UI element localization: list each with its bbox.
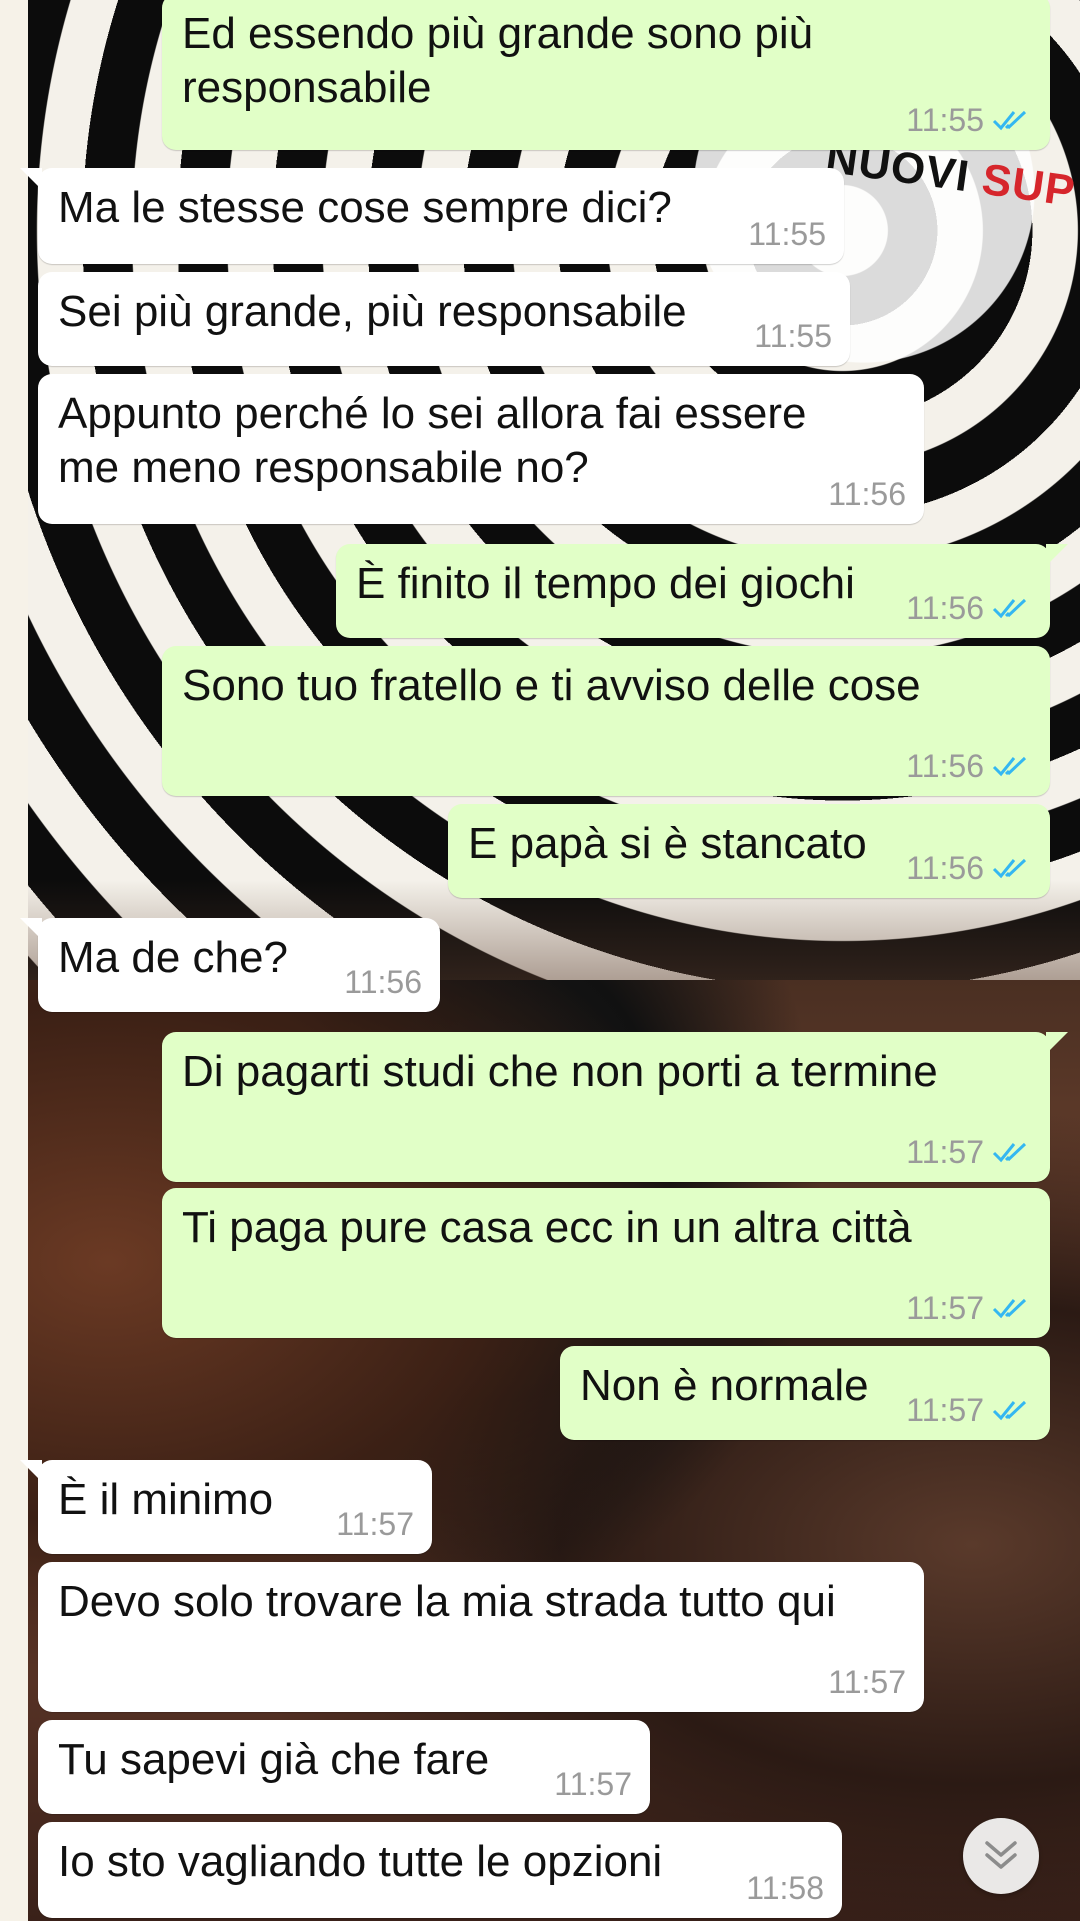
message-text: Sei più grande, più responsabile bbox=[58, 287, 687, 336]
message-time: 11:57 bbox=[906, 1134, 984, 1170]
read-ticks-icon bbox=[992, 1400, 1027, 1421]
message-text: Ed essendo più grande sono più responsab… bbox=[182, 9, 814, 112]
message-bubble-incoming[interactable]: È il minimo 11:57 bbox=[20, 1460, 432, 1554]
message-bubble-incoming[interactable]: Ma le stesse cose sempre dici? 11:55 bbox=[20, 168, 844, 264]
message-time: 11:57 bbox=[906, 1392, 984, 1428]
message-meta: 11:57 bbox=[554, 1768, 632, 1800]
message-meta: 11:55 bbox=[906, 104, 1030, 136]
message-bubble-incoming[interactable]: Sei più grande, più responsabile 11:55 bbox=[38, 272, 850, 366]
message-meta: 11:55 bbox=[754, 320, 832, 352]
message-meta: 11:57 bbox=[906, 1292, 1030, 1324]
message-time: 11:56 bbox=[906, 850, 984, 886]
message-meta: 11:55 bbox=[748, 218, 826, 250]
message-bubble-outgoing[interactable]: Ti paga pure casa ecc in un altra città … bbox=[162, 1188, 1050, 1338]
message-time: 11:56 bbox=[906, 590, 984, 626]
read-ticks-icon bbox=[992, 858, 1027, 879]
message-meta: 11:56 bbox=[906, 592, 1030, 624]
message-text: Appunto perché lo sei allora fai essere … bbox=[58, 389, 807, 492]
message-meta: 11:57 bbox=[828, 1666, 906, 1698]
read-ticks-icon bbox=[992, 756, 1027, 777]
message-bubble-incoming[interactable]: Ma de che? 11:56 bbox=[20, 918, 440, 1012]
message-bubble-outgoing[interactable]: Non è normale 11:57 bbox=[560, 1346, 1050, 1440]
message-time: 11:55 bbox=[748, 216, 826, 252]
message-meta: 11:56 bbox=[906, 852, 1030, 884]
message-time: 11:57 bbox=[336, 1506, 414, 1542]
message-time: 11:57 bbox=[554, 1766, 632, 1802]
message-meta: 11:57 bbox=[906, 1136, 1030, 1168]
message-meta: 11:58 bbox=[746, 1872, 824, 1904]
message-bubble-outgoing[interactable]: Di pagarti studi che non porti a termine… bbox=[162, 1032, 1068, 1182]
message-text: Ti paga pure casa ecc in un altra città bbox=[182, 1203, 912, 1252]
read-ticks-icon bbox=[992, 1298, 1027, 1319]
message-text: Devo solo trovare la mia strada tutto qu… bbox=[58, 1577, 836, 1626]
message-meta: 11:57 bbox=[336, 1508, 414, 1540]
message-text: Sono tuo fratello e ti avviso delle cose bbox=[182, 661, 921, 710]
message-meta: 11:57 bbox=[906, 1394, 1030, 1426]
message-time: 11:55 bbox=[906, 102, 984, 138]
message-time: 11:56 bbox=[344, 964, 422, 1000]
message-bubble-incoming[interactable]: Appunto perché lo sei allora fai essere … bbox=[38, 374, 924, 524]
message-text: Di pagarti studi che non porti a termine bbox=[182, 1047, 938, 1096]
message-time: 11:56 bbox=[828, 476, 906, 512]
message-time: 11:55 bbox=[754, 318, 832, 354]
scroll-to-bottom-button[interactable] bbox=[963, 1818, 1039, 1894]
message-meta: 11:56 bbox=[344, 966, 422, 998]
message-bubble-outgoing[interactable]: E papà si è stancato 11:56 bbox=[448, 804, 1050, 898]
message-meta: 11:56 bbox=[828, 478, 906, 510]
message-bubble-incoming[interactable]: Devo solo trovare la mia strada tutto qu… bbox=[38, 1562, 924, 1712]
read-ticks-icon bbox=[992, 110, 1027, 131]
message-bubble-outgoing[interactable]: Ed essendo più grande sono più responsab… bbox=[162, 0, 1050, 150]
message-text: Ma le stesse cose sempre dici? bbox=[58, 183, 672, 232]
message-text: Io sto vagliando tutte le opzioni bbox=[58, 1837, 663, 1886]
message-time: 11:57 bbox=[906, 1290, 984, 1326]
message-bubble-incoming[interactable]: Io sto vagliando tutte le opzioni 11:58 bbox=[38, 1822, 842, 1918]
message-bubble-outgoing[interactable]: Sono tuo fratello e ti avviso delle cose… bbox=[162, 646, 1050, 796]
read-ticks-icon bbox=[992, 1142, 1027, 1163]
double-chevron-down-icon bbox=[985, 1841, 1017, 1869]
message-meta: 11:56 bbox=[906, 750, 1030, 782]
read-ticks-icon bbox=[992, 598, 1027, 619]
message-time: 11:58 bbox=[746, 1870, 824, 1906]
message-text: Tu sapevi già che fare bbox=[58, 1735, 490, 1784]
message-bubble-incoming[interactable]: Tu sapevi già che fare 11:57 bbox=[38, 1720, 650, 1814]
message-bubble-outgoing[interactable]: È finito il tempo dei giochi 11:56 bbox=[336, 544, 1068, 638]
message-time: 11:57 bbox=[828, 1664, 906, 1700]
chat-message-list[interactable]: Ed essendo più grande sono più responsab… bbox=[0, 0, 1080, 1921]
message-time: 11:56 bbox=[906, 748, 984, 784]
